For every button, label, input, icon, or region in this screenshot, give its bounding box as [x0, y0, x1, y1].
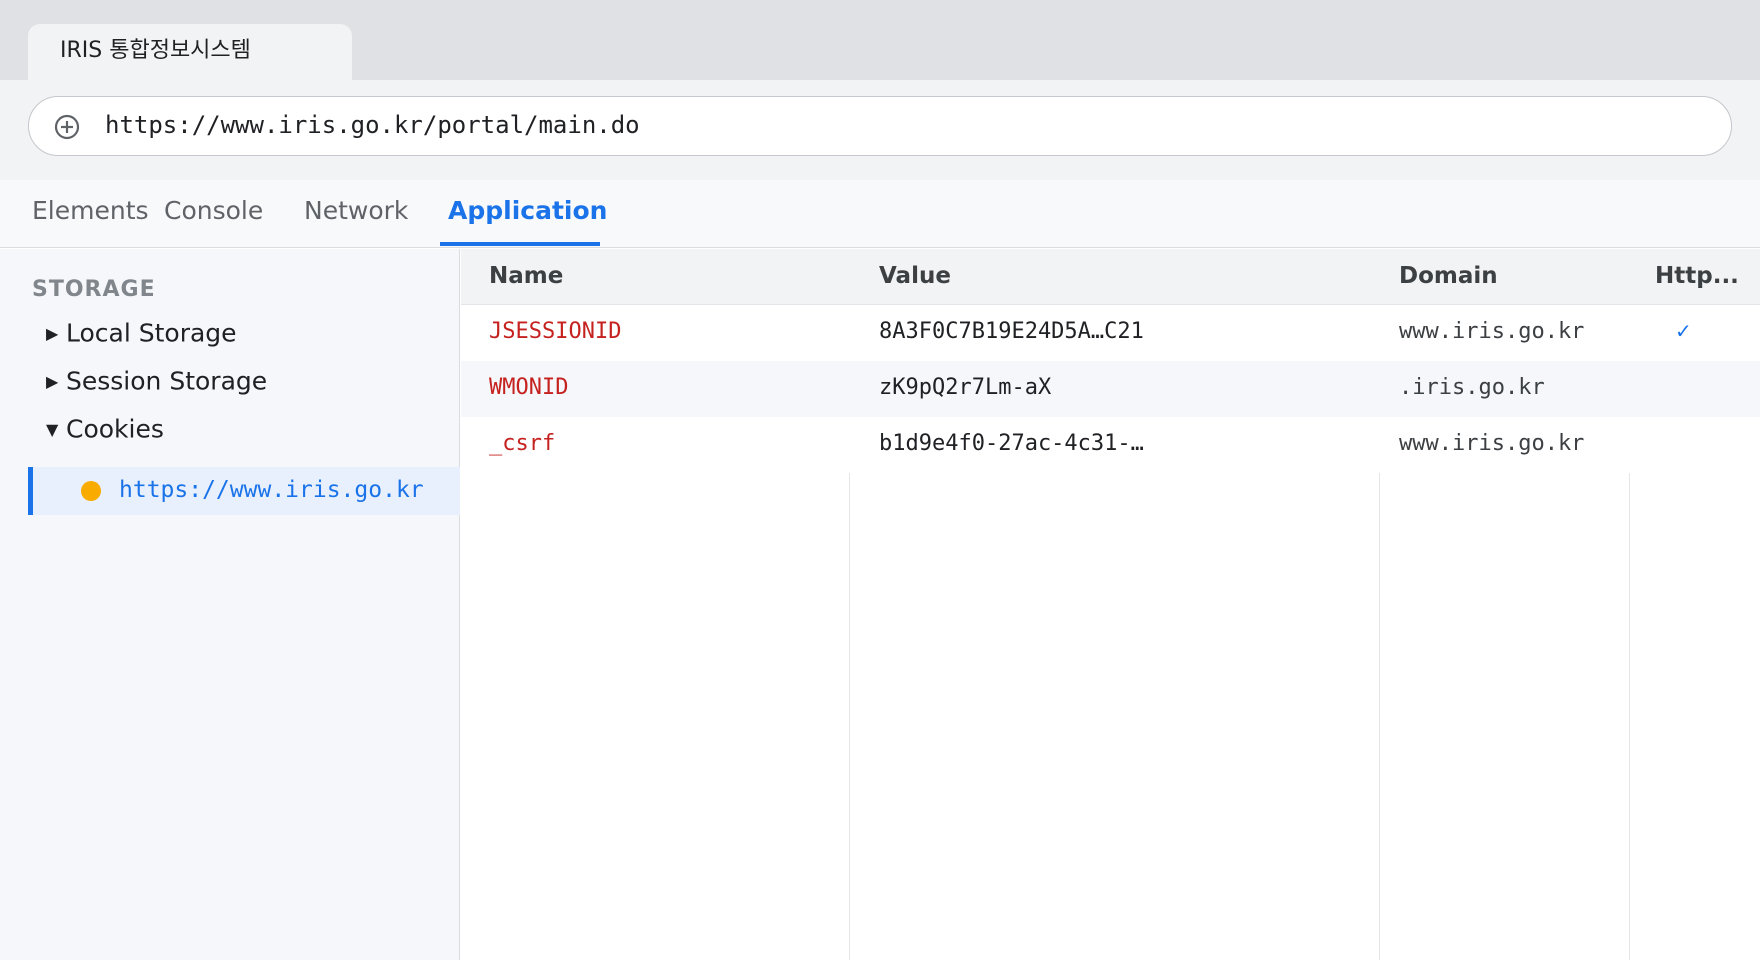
browser-tab-title: IRIS 통합정보시스템: [60, 38, 251, 63]
collapse-arrow-icon: ▼: [46, 419, 59, 439]
sidebar-item-local-storage[interactable]: ▶ Local Storage: [46, 317, 237, 348]
tab-application[interactable]: Application: [448, 196, 607, 225]
add-circle-icon[interactable]: [53, 113, 81, 141]
httponly-check-icon: ✓: [1675, 319, 1692, 343]
browser-tab[interactable]: IRIS 통합정보시스템: [28, 24, 352, 80]
sidebar-item-label: Cookies: [66, 414, 164, 444]
sidebar-item-label: Session Storage: [66, 366, 268, 396]
cookie-name: JSESSIONID: [489, 319, 622, 344]
storage-heading: STORAGE: [32, 277, 156, 302]
cookie-domain: .iris.go.kr: [1399, 375, 1545, 400]
tab-network[interactable]: Network: [304, 196, 408, 225]
column-header-name[interactable]: Name: [489, 263, 563, 289]
sidebar-item-cookies[interactable]: ▼ Cookies: [46, 413, 164, 444]
application-sidebar: STORAGE ▶ Local Storage ▶ Session Storage …: [0, 249, 460, 960]
cookie-domain: www.iris.go.kr: [1399, 319, 1585, 344]
column-header-value[interactable]: Value: [879, 263, 951, 289]
tab-console[interactable]: Console: [164, 196, 263, 225]
table-row[interactable]: WMONID zK9pQ2r7Lm-aX .iris.go.kr: [461, 361, 1760, 417]
address-bar[interactable]: https://www.iris.go.kr/portal/main.do: [28, 96, 1732, 156]
cookie-table: Name Value Domain Http... JSESSIONID 8A3…: [461, 249, 1760, 960]
cookie-origin-label: https://www.iris.go.kr: [119, 477, 424, 503]
browser-toolbar: https://www.iris.go.kr/portal/main.do: [0, 80, 1760, 180]
table-header: Name Value Domain Http...: [461, 249, 1760, 305]
browser-tab-strip: IRIS 통합정보시스템: [0, 0, 1760, 80]
cookie-name: WMONID: [489, 375, 569, 400]
cookie-value: zK9pQ2r7Lm-aX: [879, 375, 1052, 400]
cookie-value: b1d9e4f0-27ac-4c31-…: [879, 431, 1144, 456]
table-row[interactable]: _csrf b1d9e4f0-27ac-4c31-… www.iris.go.k…: [461, 417, 1760, 473]
tab-elements[interactable]: Elements: [32, 196, 149, 225]
cookie-domain: www.iris.go.kr: [1399, 431, 1585, 456]
address-url[interactable]: https://www.iris.go.kr/portal/main.do: [105, 111, 640, 139]
sidebar-item-label: Local Storage: [66, 318, 237, 348]
table-row[interactable]: JSESSIONID 8A3F0C7B19E24D5A…C21 www.iris…: [461, 305, 1760, 361]
devtools-tab-bar: Elements Console Network Application: [0, 180, 1760, 248]
expand-arrow-icon: ▶: [46, 371, 59, 391]
column-header-httponly[interactable]: Http...: [1655, 263, 1739, 289]
active-tab-indicator: [440, 242, 600, 246]
cookie-value: 8A3F0C7B19E24D5A…C21: [879, 319, 1144, 344]
column-header-domain[interactable]: Domain: [1399, 263, 1498, 289]
sidebar-item-session-storage[interactable]: ▶ Session Storage: [46, 365, 267, 396]
cookie-origin-dot-icon: [81, 481, 101, 501]
cookie-name: _csrf: [489, 431, 556, 456]
expand-arrow-icon: ▶: [46, 323, 59, 343]
sidebar-item-cookie-origin[interactable]: https://www.iris.go.kr: [28, 467, 460, 515]
